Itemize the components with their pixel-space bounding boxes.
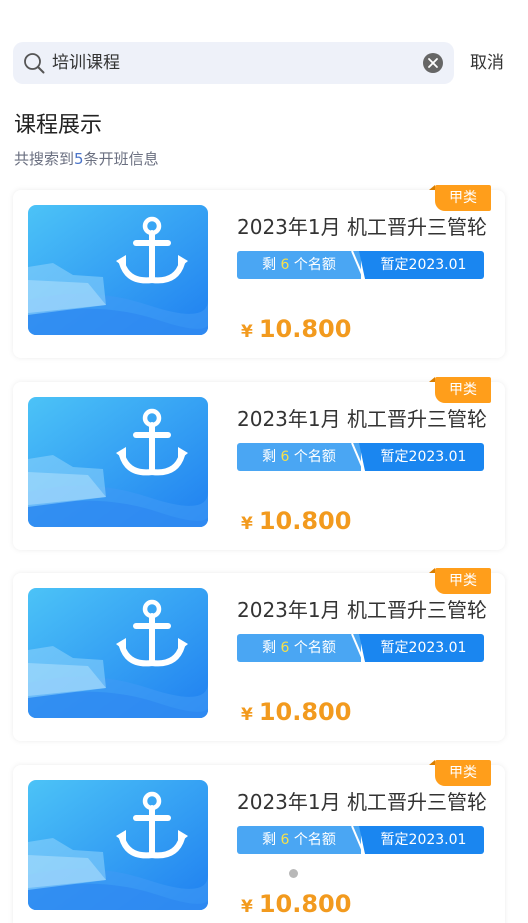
course-tags: 剩 6 个名额 暂定2023.01 bbox=[237, 251, 484, 279]
course-card[interactable]: 甲类 2023年1月 机工晋升三管轮 剩 6 个名额 暂定2023.01 ¥ 1… bbox=[13, 760, 505, 923]
category-badge: 甲类 bbox=[429, 568, 491, 594]
search-input[interactable]: 培训课程 bbox=[52, 52, 120, 74]
course-title: 2023年1月 机工晋升三管轮 bbox=[237, 790, 487, 814]
course-thumbnail bbox=[28, 780, 208, 910]
course-price: ¥10.800 bbox=[241, 507, 352, 535]
search-icon bbox=[24, 53, 45, 74]
remaining-seats-tag: 剩 6 个名额 bbox=[237, 443, 361, 471]
course-title: 2023年1月 机工晋升三管轮 bbox=[237, 215, 487, 239]
remaining-seats-tag: 剩 6 个名额 bbox=[237, 826, 361, 854]
course-title: 2023年1月 机工晋升三管轮 bbox=[237, 598, 487, 622]
course-thumbnail bbox=[28, 588, 208, 718]
schedule-date-tag: 暂定2023.01 bbox=[359, 826, 484, 854]
course-price: ¥10.800 bbox=[241, 698, 352, 726]
result-count-text: 共搜索到5条开班信息 bbox=[14, 150, 159, 168]
search-bar[interactable]: 培训课程 bbox=[13, 42, 454, 84]
schedule-date-tag: 暂定2023.01 bbox=[359, 251, 484, 279]
category-badge: 甲类 bbox=[429, 760, 491, 786]
course-price: ¥10.800 bbox=[241, 890, 352, 918]
course-title: 2023年1月 机工晋升三管轮 bbox=[237, 407, 487, 431]
section-title: 课程展示 bbox=[14, 113, 103, 138]
scroll-indicator-dot bbox=[289, 869, 298, 878]
category-badge: 甲类 bbox=[429, 185, 491, 211]
schedule-date-tag: 暂定2023.01 bbox=[359, 634, 484, 662]
course-card[interactable]: 甲类 2023年1月 机工晋升三管轮 剩 6 个名额 暂定2023.01 ¥ 1… bbox=[13, 185, 505, 358]
remaining-seats-tag: 剩 6 个名额 bbox=[237, 251, 361, 279]
remaining-seats-tag: 剩 6 个名额 bbox=[237, 634, 361, 662]
result-prefix: 共搜索到 bbox=[14, 150, 75, 168]
course-tags: 剩 6 个名额 暂定2023.01 bbox=[237, 826, 484, 854]
course-thumbnail bbox=[28, 397, 208, 527]
result-suffix: 条开班信息 bbox=[83, 150, 159, 168]
category-badge: 甲类 bbox=[429, 377, 491, 403]
clear-icon[interactable] bbox=[422, 52, 444, 74]
course-card[interactable]: 甲类 2023年1月 机工晋升三管轮 剩 6 个名额 暂定2023.01 ¥ 1… bbox=[13, 568, 505, 741]
schedule-date-tag: 暂定2023.01 bbox=[359, 443, 484, 471]
cancel-button[interactable]: 取消 bbox=[470, 52, 504, 74]
course-tags: 剩 6 个名额 暂定2023.01 bbox=[237, 634, 484, 662]
course-thumbnail bbox=[28, 205, 208, 335]
course-tags: 剩 6 个名额 暂定2023.01 bbox=[237, 443, 484, 471]
course-card[interactable]: 甲类 2023年1月 机工晋升三管轮 剩 6 个名额 暂定2023.01 ¥ 1… bbox=[13, 377, 505, 550]
result-count: 5 bbox=[74, 150, 84, 168]
course-price: ¥10.800 bbox=[241, 315, 352, 343]
